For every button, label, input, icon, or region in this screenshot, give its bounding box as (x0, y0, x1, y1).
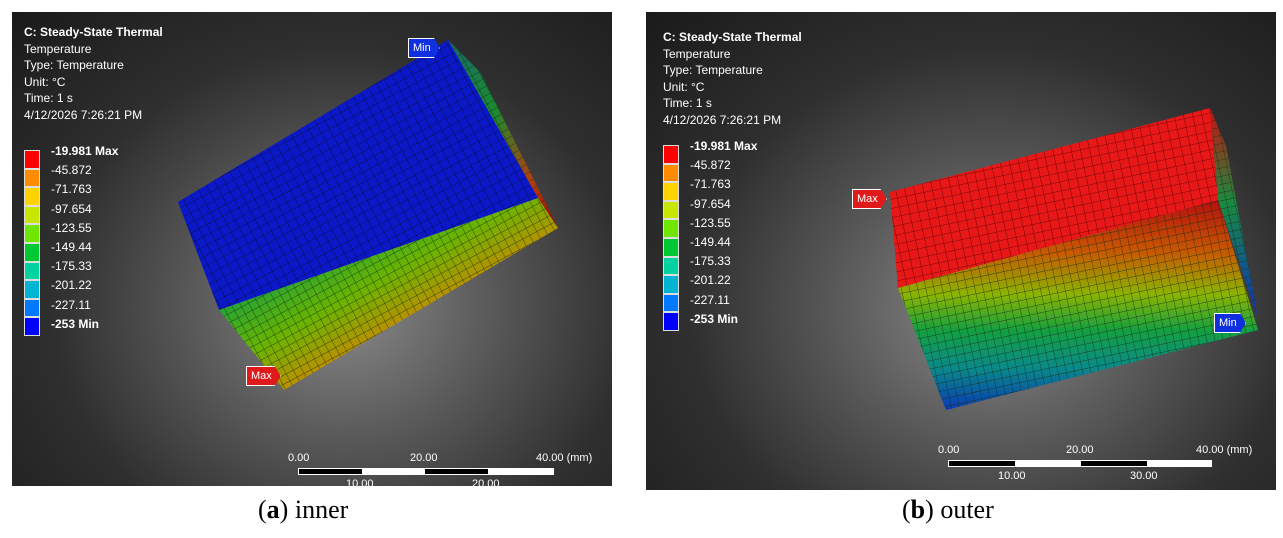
legend-label: -149.44 (690, 235, 731, 249)
legend-label: -71.763 (690, 177, 731, 192)
legend-label: -45.872 (51, 163, 92, 178)
legend-swatch (663, 163, 679, 183)
scale-tick-10: 10.00 (346, 478, 374, 486)
scale-tick-0: 0.00 (938, 444, 960, 456)
scale-tick-30: 20.00 (472, 478, 500, 486)
scale-bar-segment (299, 469, 362, 474)
scale-bar (298, 468, 554, 475)
scale-bar-segment (949, 461, 1015, 466)
legend-label: -45.872 (690, 158, 731, 173)
legend-swatch (663, 219, 679, 238)
scale-bar-segment (1081, 461, 1147, 466)
legend-label: -97.654 (51, 201, 92, 216)
legend-label: -175.33 (51, 259, 92, 274)
legend-swatch (663, 182, 679, 201)
legend-label: -253 Min (690, 311, 739, 326)
result-timestamp: 4/12/2026 7:26:21 PM (663, 112, 782, 127)
result-time: Time: 1 s (24, 91, 73, 105)
legend-swatch (24, 224, 40, 243)
result-info: C: Steady-State Thermal Temperature Type… (663, 29, 802, 128)
legend-swatch (24, 280, 40, 299)
legend-swatch (663, 293, 679, 313)
scale-bar-segment (425, 469, 488, 474)
legend-swatch (663, 312, 679, 331)
legend-swatch (24, 168, 40, 188)
max-probe-tag[interactable]: Max (852, 189, 887, 209)
result-timestamp: 4/12/2026 7:26:21 PM (24, 107, 143, 122)
legend-swatch (663, 275, 679, 294)
scale-tick-30: 30.00 (1130, 470, 1158, 482)
scale-ruler: 0.00 20.00 40.00 (mm) 10.00 30.00 (938, 444, 1258, 484)
legend-label: -201.22 (51, 278, 92, 293)
result-unit: Unit: °C (663, 79, 705, 94)
scale-tick-0: 0.00 (288, 452, 310, 464)
legend-label: -71.763 (51, 182, 92, 197)
scale-tick-40: 40.00 (mm) (536, 452, 593, 464)
caption-text: inner (294, 495, 349, 524)
analysis-title: C: Steady-State Thermal (663, 30, 802, 44)
legend-label: -175.33 (690, 254, 731, 269)
legend-swatch (24, 317, 40, 336)
analysis-title: C: Steady-State Thermal (24, 25, 163, 39)
result-info: C: Steady-State Thermal Temperature Type… (24, 24, 163, 123)
result-time: Time: 1 s (663, 96, 712, 110)
viewport-inner[interactable]: C: Steady-State Thermal Temperature Type… (12, 12, 612, 486)
max-probe-tag[interactable]: Max (246, 366, 281, 386)
legend-swatch (24, 150, 40, 169)
min-probe-tag[interactable]: Min (408, 38, 440, 58)
scale-tick-40: 40.00 (mm) (1196, 444, 1253, 456)
scale-tick-20: 20.00 (410, 452, 438, 464)
legend-label: -227.11 (51, 297, 91, 312)
legend-swatch (24, 261, 40, 281)
scale-ruler: 0.00 20.00 40.00 (mm) 10.00 20.00 (288, 452, 598, 486)
legend-swatch (663, 200, 679, 220)
legend-swatch (24, 243, 40, 262)
legend-label: -253 Min (51, 316, 100, 331)
legend-swatch (663, 145, 679, 164)
scale-bar (948, 460, 1212, 467)
legend-swatch (663, 238, 679, 257)
caption-text: outer (940, 495, 994, 524)
legend-label: -123.55 (51, 220, 92, 235)
caption-a: (a) inner (258, 495, 349, 524)
legend-label: -149.44 (51, 240, 92, 254)
caption-b: (b) outer (902, 495, 994, 524)
legend-label: -97.654 (690, 196, 731, 211)
legend-swatch (24, 298, 40, 318)
result-name: Temperature (663, 46, 731, 61)
result-type: Type: Temperature (663, 63, 763, 77)
legend-swatch (663, 256, 679, 276)
viewport-outer[interactable]: C: Steady-State Thermal Temperature Type… (646, 12, 1276, 490)
caption-letter: a (266, 495, 280, 524)
legend-label: -227.11 (690, 292, 730, 307)
scale-tick-20: 20.00 (1066, 444, 1094, 456)
legend-label: -201.22 (690, 273, 731, 288)
legend-swatch (24, 205, 40, 225)
legend-label: -19.981 Max (51, 144, 119, 158)
min-probe-tag[interactable]: Min (1214, 313, 1246, 333)
result-name: Temperature (24, 41, 92, 56)
legend-label: -123.55 (690, 215, 731, 230)
scale-tick-10: 10.00 (998, 470, 1026, 482)
legend-swatch (24, 187, 40, 206)
legend-label: -19.981 Max (690, 139, 758, 153)
result-unit: Unit: °C (24, 74, 66, 89)
result-type: Type: Temperature (24, 58, 124, 72)
caption-letter: b (910, 495, 926, 524)
